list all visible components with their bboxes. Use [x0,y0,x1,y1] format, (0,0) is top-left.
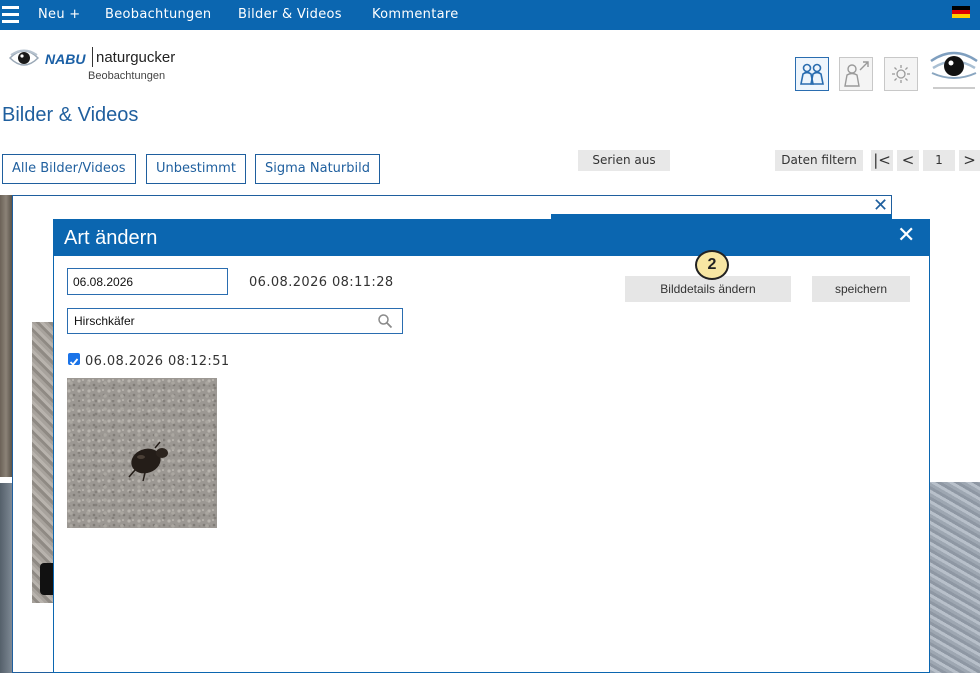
background-thumbnail-right[interactable] [930,482,980,673]
beetle-photo-thumbnail[interactable] [67,378,217,528]
german-flag-icon[interactable] [952,6,970,18]
observation-datetime: 06.08.2026 08:11:28 [249,275,394,290]
species-input[interactable] [68,309,368,333]
page-number[interactable]: 1 [923,150,955,171]
save-button[interactable]: speichern [812,276,910,302]
background-thumbnail-dark [40,563,53,595]
dialog-close-icon[interactable]: ✕ [897,224,915,248]
nav-new[interactable]: Neu + [38,7,81,22]
change-species-dialog: Art ändern ✕ 06.08.2026 08:11:28 Bilddet… [53,219,930,673]
species-search-field[interactable] [67,308,403,334]
filter-sigma-button[interactable]: Sigma Naturbild [255,154,380,184]
brand-name: naturgucker [96,49,176,66]
settings-gear-icon[interactable] [884,57,918,91]
filter-undetermined-button[interactable]: Unbestimmt [146,154,246,184]
filter-data-button[interactable]: Daten filtern [775,150,863,171]
background-thumbnail-left-lower[interactable] [0,483,12,673]
step-badge: 2 [695,250,729,280]
top-nav-bar: Neu + Beobachtungen Bilder & Videos Komm… [0,0,980,30]
brand-subtitle: Beobachtungen [88,70,166,82]
next-page-button[interactable]: > [959,150,980,171]
image-select-checkbox[interactable] [68,353,80,366]
first-page-button[interactable]: |< [871,150,893,171]
dialog-title: Art ändern [64,227,158,249]
brand-separator [92,47,93,67]
prev-page-button[interactable]: < [897,150,919,171]
background-thumbnail-gravel[interactable] [32,322,54,603]
image-datetime-label: 06.08.2026 08:12:51 [85,354,230,369]
group-users-icon[interactable] [795,57,829,91]
filter-all-button[interactable]: Alle Bilder/Videos [2,154,136,184]
nav-media[interactable]: Bilder & Videos [238,7,342,22]
brand-nabu: NABU [45,51,86,67]
page-title: Bilder & Videos [2,104,139,126]
date-field[interactable] [67,268,228,295]
search-icon[interactable] [377,313,393,329]
checkmark-icon [69,358,79,366]
eye-logo-icon [9,49,39,66]
nav-comments[interactable]: Kommentare [372,7,459,22]
background-thumbnail-left[interactable] [0,195,12,477]
nav-observations[interactable]: Beobachtungen [105,7,211,22]
series-toggle-button[interactable]: Serien aus [578,150,670,171]
image-details-button[interactable]: Bilddetails ändern [625,276,791,302]
dialog-header: Art ändern ✕ [54,220,929,256]
background-close-icon[interactable]: ✕ [873,196,888,216]
menu-icon[interactable] [2,6,19,23]
user-external-icon[interactable] [839,57,873,91]
naturgucker-eye-logo [930,43,978,89]
